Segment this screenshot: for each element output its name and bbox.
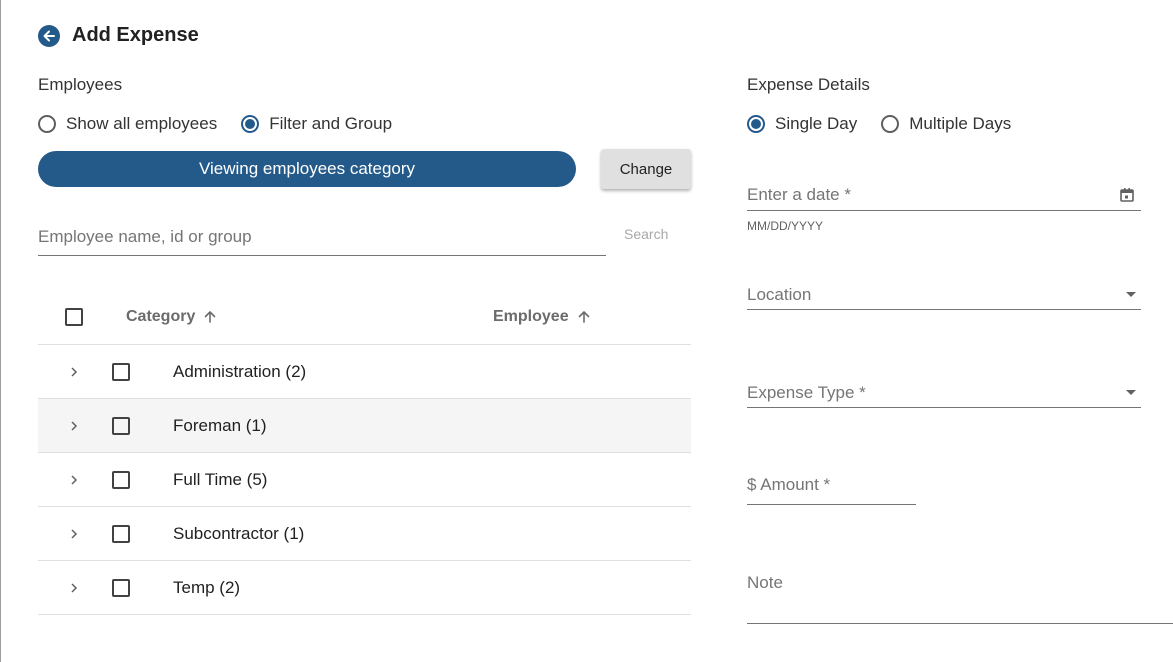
radio-button[interactable] <box>747 115 765 133</box>
row-checkbox[interactable] <box>112 524 130 543</box>
expense-details-label: Expense Details <box>747 75 870 94</box>
row-checkbox[interactable] <box>112 470 130 489</box>
radio-label: Show all employees <box>66 114 218 133</box>
note-input[interactable]: Note <box>747 573 1173 624</box>
row-label: Foreman (1) <box>173 415 267 435</box>
search-button[interactable]: Search <box>624 226 668 242</box>
amount-input[interactable]: $ Amount * <box>747 475 916 505</box>
date-input[interactable]: Enter a date * <box>747 180 1141 211</box>
radio-button[interactable] <box>241 115 260 133</box>
expense-type-placeholder: Expense Type * <box>747 382 866 402</box>
table-header: Category Employee <box>38 290 691 345</box>
expense-type-select[interactable]: Expense Type * <box>747 378 1141 408</box>
table-row[interactable]: Subcontractor (1) <box>38 507 691 561</box>
row-label: Administration (2) <box>173 361 307 381</box>
back-button[interactable] <box>38 24 60 47</box>
radio-show-all-employees[interactable]: Show all employees <box>38 114 217 134</box>
radio-single-day[interactable]: Single Day <box>747 114 857 134</box>
dropdown-caret-icon <box>1126 390 1136 395</box>
table-row[interactable]: Administration (2) <box>38 345 691 399</box>
column-header-employee[interactable]: Employee <box>493 308 591 326</box>
row-label: Full Time (5) <box>173 469 268 489</box>
select-all-checkbox[interactable] <box>65 308 83 326</box>
change-button[interactable]: Change <box>601 149 691 189</box>
employee-search-input[interactable]: Employee name, id or group <box>38 224 606 256</box>
location-placeholder: Location <box>747 284 812 304</box>
table-row[interactable]: Foreman (1) <box>38 399 691 453</box>
location-select[interactable]: Location <box>747 280 1141 310</box>
radio-button[interactable] <box>38 115 56 133</box>
table-row[interactable]: Temp (2) <box>38 561 691 615</box>
radio-label: Multiple Days <box>909 114 1012 133</box>
expense-days-radio-group: Single Day Multiple Days <box>747 114 1035 134</box>
chevron-right-icon[interactable] <box>69 582 79 594</box>
radio-multiple-days[interactable]: Multiple Days <box>881 114 1011 134</box>
page-title: Add Expense <box>72 24 199 46</box>
chevron-right-icon[interactable] <box>69 474 79 486</box>
radio-label: Filter and Group <box>269 114 393 133</box>
row-label: Temp (2) <box>173 577 241 597</box>
date-format-hint: MM/DD/YYYY <box>747 219 824 233</box>
row-checkbox[interactable] <box>112 362 130 381</box>
sort-arrow-up-icon <box>578 311 589 323</box>
calendar-icon[interactable] <box>1119 187 1135 203</box>
row-checkbox[interactable] <box>112 416 130 435</box>
column-header-label: Employee <box>493 308 569 325</box>
table-row[interactable]: Full Time (5) <box>38 453 691 507</box>
row-checkbox[interactable] <box>112 578 130 597</box>
row-label: Subcontractor (1) <box>173 523 305 543</box>
chevron-right-icon[interactable] <box>69 420 79 432</box>
column-header-category[interactable]: Category <box>126 308 217 326</box>
viewing-category-banner: Viewing employees category <box>38 151 576 187</box>
chevron-right-icon[interactable] <box>69 366 79 378</box>
arrow-left-icon <box>43 30 55 41</box>
radio-button[interactable] <box>881 115 900 133</box>
radio-label: Single Day <box>775 114 858 133</box>
chevron-right-icon[interactable] <box>69 528 79 540</box>
employee-category-table: Category Employee Administration (2) For… <box>38 290 691 615</box>
sort-arrow-up-icon <box>205 311 216 323</box>
page-header: Add Expense <box>38 24 199 47</box>
column-header-label: Category <box>126 308 196 325</box>
radio-filter-and-group[interactable]: Filter and Group <box>241 114 392 134</box>
dropdown-caret-icon <box>1126 292 1136 297</box>
employees-mode-radio-group: Show all employees Filter and Group <box>38 114 416 134</box>
employees-label: Employees <box>38 75 123 94</box>
date-placeholder: Enter a date * <box>747 185 851 204</box>
